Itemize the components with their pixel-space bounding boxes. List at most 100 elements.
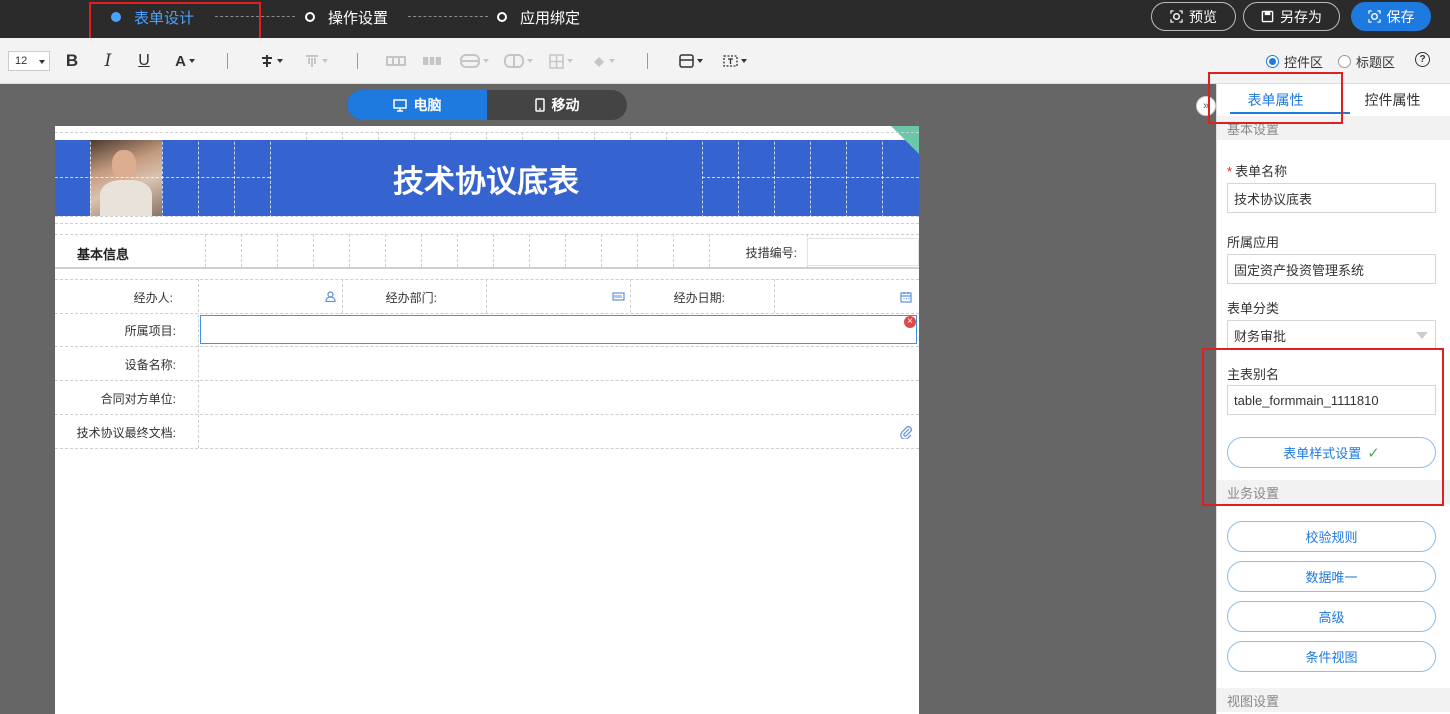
- font-size-select[interactable]: 12: [8, 51, 50, 71]
- dept-input[interactable]: [487, 280, 630, 313]
- project-input-selected[interactable]: [200, 315, 917, 344]
- app-label: 所属应用: [1227, 235, 1280, 250]
- font-color-button[interactable]: A: [169, 50, 201, 72]
- project-label: 所属项目:: [124, 324, 176, 338]
- dept-label: 经办部门:: [385, 291, 437, 305]
- category-value: 财务审批: [1234, 328, 1287, 344]
- vertical-align-icon: [305, 55, 318, 67]
- phone-icon: [534, 98, 545, 112]
- save-as-label: 另存为: [1280, 8, 1322, 25]
- font-color-label: A: [175, 52, 186, 70]
- tab-control-properties[interactable]: 控件属性: [1334, 84, 1450, 116]
- category-select[interactable]: 财务审批: [1227, 320, 1436, 350]
- step-operation-settings[interactable]: 操作设置: [305, 7, 388, 27]
- app-input[interactable]: 固定资产投资管理系统: [1227, 254, 1436, 284]
- paperclip-icon: [900, 426, 912, 439]
- chevron-down-icon: [741, 59, 747, 63]
- tab-desktop-label: 电脑: [413, 97, 442, 113]
- vertical-align-button[interactable]: [303, 50, 329, 72]
- split-cells-button[interactable]: [420, 50, 444, 72]
- delete-icon[interactable]: ×: [904, 316, 916, 328]
- paint-bucket-icon: [594, 56, 604, 67]
- save-icon: [1367, 10, 1381, 23]
- preview-button[interactable]: 预览: [1151, 2, 1236, 31]
- highlight-box-form-properties: [1208, 72, 1343, 124]
- help-icon[interactable]: ?: [1415, 52, 1430, 67]
- merge-cells-button[interactable]: [384, 50, 408, 72]
- chevron-down-icon: [321, 59, 328, 63]
- condition-view-button[interactable]: 条件视图: [1227, 641, 1436, 672]
- department-icon: [612, 292, 625, 301]
- chevron-down-icon: [188, 59, 195, 63]
- text-box-button[interactable]: [721, 50, 749, 72]
- align-center-icon: [261, 55, 272, 67]
- category-label: 表单分类: [1227, 301, 1280, 316]
- user-icon: [325, 291, 336, 302]
- align-center-button[interactable]: [258, 50, 284, 72]
- chevron-down-icon: [526, 59, 533, 63]
- radio-selected-icon: [1266, 55, 1279, 68]
- required-marker: *: [1227, 164, 1233, 179]
- tab-desktop[interactable]: 电脑: [347, 90, 487, 120]
- counterparty-input[interactable]: [199, 381, 919, 414]
- chevron-down-icon: [1416, 332, 1428, 339]
- save-as-button[interactable]: 另存为: [1243, 2, 1340, 31]
- step-app-binding[interactable]: 应用绑定: [497, 7, 580, 27]
- insert-column-button[interactable]: [500, 50, 536, 72]
- merge-cells-icon: [386, 56, 406, 66]
- chevron-down-icon: [567, 59, 573, 63]
- corner-flag-icon: [891, 126, 919, 154]
- banner-photo: [90, 140, 162, 216]
- italic-button[interactable]: I: [99, 50, 117, 72]
- table-border-button[interactable]: [547, 50, 575, 72]
- toolbar-divider: [227, 53, 228, 69]
- date-label: 经办日期:: [673, 291, 725, 305]
- handler-input[interactable]: [199, 280, 342, 313]
- tab-mobile[interactable]: 移动: [487, 90, 627, 120]
- chevron-down-icon: [609, 59, 615, 63]
- equipment-input[interactable]: [199, 347, 919, 380]
- step-label: 应用绑定: [520, 9, 581, 27]
- control-area-radio[interactable]: 控件区: [1266, 52, 1323, 71]
- chevron-down-icon: [482, 59, 489, 63]
- counterparty-label: 合同对方单位:: [100, 392, 176, 406]
- table-border-icon: [549, 53, 564, 69]
- layout-icon: [679, 54, 694, 68]
- handler-label: 经办人:: [133, 291, 173, 305]
- monitor-icon: [392, 98, 407, 112]
- toolbar-divider: [357, 53, 358, 69]
- bold-button[interactable]: B: [63, 50, 81, 72]
- form-canvas[interactable]: 技术协议底表 基本信息 技措编号: 经办人: 经办部门: 经办日期: 所属项目:…: [55, 126, 919, 714]
- validation-rules-button[interactable]: 校验规则: [1227, 521, 1436, 552]
- equipment-label: 设备名称:: [124, 358, 176, 372]
- form-name-label: * 表单名称: [1227, 164, 1288, 179]
- serial-number-label: 技措编号:: [745, 246, 797, 260]
- insert-row-icon: [459, 54, 480, 68]
- title-area-radio[interactable]: 标题区: [1338, 52, 1395, 71]
- insert-row-button[interactable]: [456, 50, 492, 72]
- chevron-down-icon: [276, 59, 283, 63]
- step-label: 操作设置: [328, 9, 389, 27]
- date-input[interactable]: [775, 280, 919, 313]
- fill-color-button[interactable]: [589, 50, 617, 72]
- save-button[interactable]: 保存: [1351, 2, 1431, 31]
- data-unique-button[interactable]: 数据唯一: [1227, 561, 1436, 592]
- save-as-icon: [1261, 10, 1274, 23]
- section-view-settings: 视图设置: [1217, 688, 1450, 712]
- toolbar-divider: [647, 53, 648, 69]
- control-area-label: 控件区: [1284, 55, 1324, 70]
- preview-icon: [1170, 10, 1183, 23]
- final-doc-label: 技术协议最终文档:: [76, 426, 176, 440]
- advanced-button[interactable]: 高级: [1227, 601, 1436, 632]
- split-cells-icon: [423, 57, 441, 65]
- serial-number-input[interactable]: [807, 238, 919, 266]
- title-area-label: 标题区: [1356, 55, 1396, 70]
- step-dot-icon: [305, 12, 315, 22]
- underline-button[interactable]: U: [135, 50, 153, 72]
- final-doc-input[interactable]: [199, 415, 919, 448]
- form-name-input[interactable]: 技术协议底表: [1227, 183, 1436, 213]
- preview-label: 预览: [1189, 8, 1217, 25]
- radio-unselected-icon: [1338, 55, 1351, 68]
- layout-button[interactable]: [677, 50, 705, 72]
- chevron-down-icon: [39, 60, 45, 64]
